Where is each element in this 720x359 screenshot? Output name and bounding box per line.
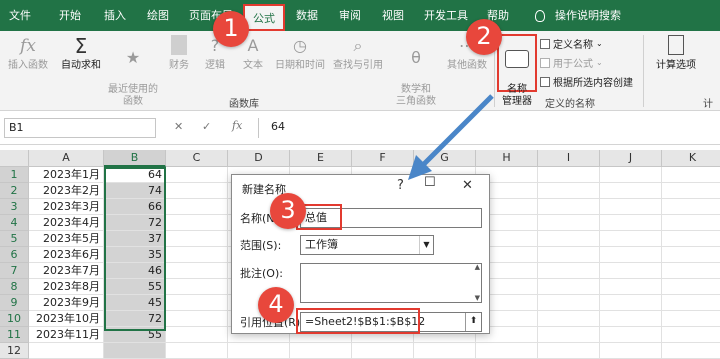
cell-empty[interactable] [600, 343, 662, 359]
cell-empty[interactable] [290, 343, 352, 359]
cell-empty[interactable] [166, 343, 228, 359]
cell-empty[interactable] [228, 343, 290, 359]
callout-1: 1 [213, 11, 249, 47]
cell-empty[interactable] [538, 343, 600, 359]
callout-2: 2 [466, 19, 502, 55]
pointer-arrow [408, 94, 494, 180]
row-header[interactable]: 12 [0, 343, 29, 359]
callout-4: 4 [258, 287, 294, 323]
callout-3: 3 [270, 193, 306, 229]
cell-empty[interactable] [352, 343, 414, 359]
cell-b[interactable] [104, 343, 166, 359]
cell-empty[interactable] [414, 343, 476, 359]
arrow-shaft [420, 94, 494, 168]
cell-a[interactable] [29, 343, 104, 359]
cell-empty[interactable] [662, 343, 720, 359]
cell-empty[interactable] [476, 343, 538, 359]
